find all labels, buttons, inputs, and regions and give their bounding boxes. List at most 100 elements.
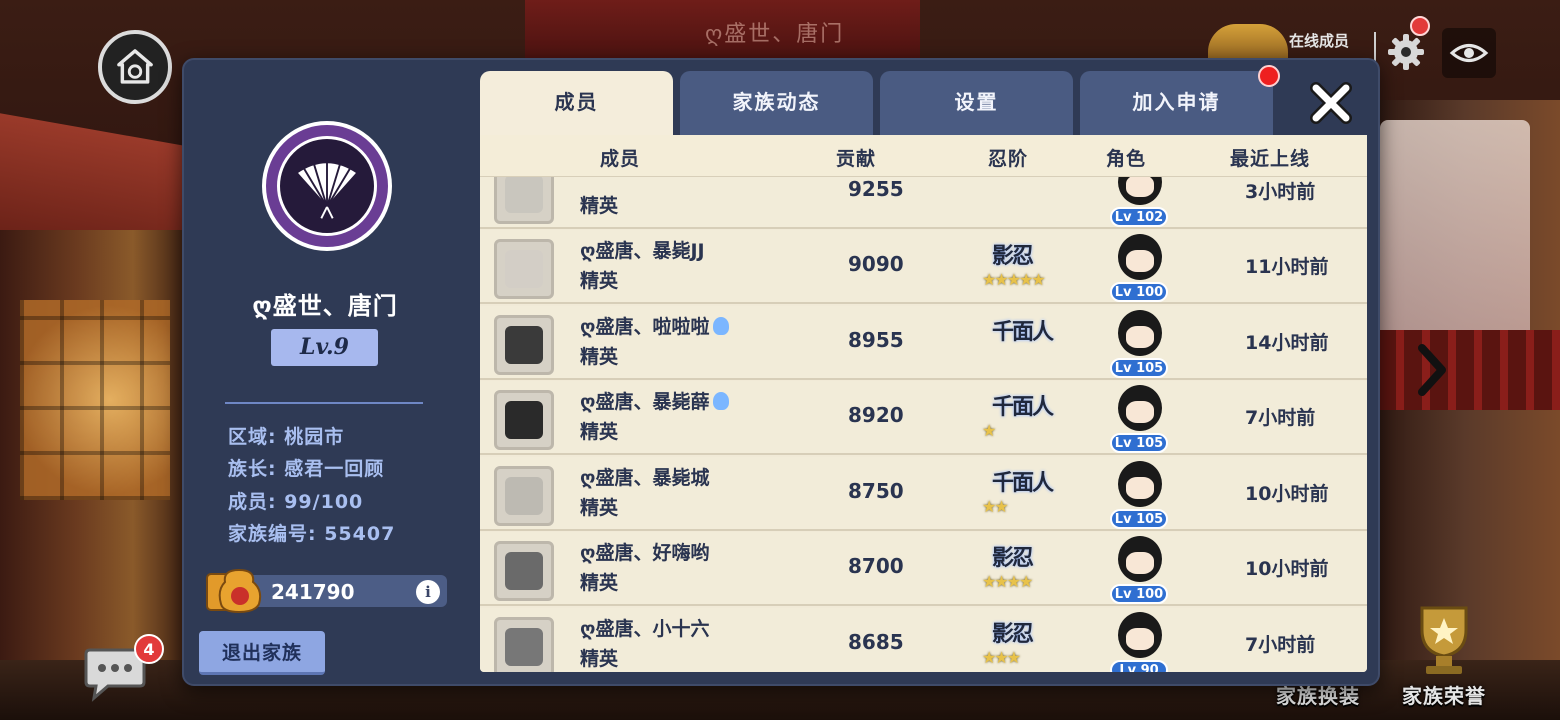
character-portrait[interactable]: Lv 100 xyxy=(1110,534,1170,604)
ninja-rank-text: 影忍 xyxy=(992,545,1034,571)
clan-honor-button[interactable]: 家族荣誉 xyxy=(1402,680,1486,709)
member-name-text: ღ盛唐、暴毙薛 xyxy=(580,391,710,413)
character-level-badge: Lv 105 xyxy=(1110,509,1168,529)
table-row[interactable]: ღ盛唐、暴毙JJ 精英 9090 影忍 ★★★★★ Lv 100 11小时前 xyxy=(480,230,1367,304)
member-name: ღ盛唐、啦啦啦 xyxy=(580,312,730,339)
avatar-image xyxy=(505,552,543,590)
member-rank: 精英 xyxy=(580,270,619,292)
table-header: 成员 贡献 忍阶 角色 最近上线 xyxy=(480,135,1367,177)
member-name-text: ღ盛唐、小十六 xyxy=(580,618,710,640)
character-portrait[interactable]: Lv 100 xyxy=(1110,232,1170,302)
clan-member-count: 成员: 99/100 xyxy=(228,491,364,513)
character-portrait[interactable]: Lv 105 xyxy=(1110,308,1170,378)
money-bag-icon xyxy=(206,568,262,614)
ninja-rank-text: 千面人 xyxy=(992,470,1054,496)
character-portrait[interactable]: Lv 90 xyxy=(1110,610,1170,672)
clan-level-badge: Lv.9 xyxy=(271,329,378,366)
member-last-online: 14小时前 xyxy=(1245,332,1329,354)
member-last-online: 3小时前 xyxy=(1245,181,1316,203)
ninja-rank-text: 影忍 xyxy=(992,243,1034,269)
member-name: ღ盛唐、好嗨哟 xyxy=(580,538,709,565)
member-avatar[interactable] xyxy=(494,617,554,672)
character-face xyxy=(1126,326,1154,348)
clan-leader: 族长: 感君一回顾 xyxy=(228,458,385,480)
member-rank: 精英 xyxy=(580,572,619,594)
ninja-rank-emblem: 影忍 ★★★★★ xyxy=(980,236,1070,296)
member-rank: 精英 xyxy=(580,648,619,670)
ninja-rank-emblem: 影忍 ★★★★ xyxy=(980,538,1070,598)
member-avatar[interactable] xyxy=(494,239,554,299)
ninja-rank-emblem: 千面人 xyxy=(980,312,1070,372)
member-rank: 精英 xyxy=(580,421,619,443)
vip-badge-icon xyxy=(713,316,730,335)
members-table[interactable]: 精英 9255 Lv 102 3小时前 ღ盛唐、暴毙JJ 精英 9090 影忍 ★★★★★ Lv … xyxy=(480,135,1367,672)
scene-clan-title: ღ盛世、唐门 xyxy=(705,22,845,47)
chat-unread-badge: 4 xyxy=(134,634,164,664)
ninja-rank-text: 千面人 xyxy=(992,319,1054,345)
gear-icon[interactable] xyxy=(1384,30,1428,74)
character-face xyxy=(1126,175,1154,197)
member-contribution: 8955 xyxy=(848,328,904,352)
member-contribution: 8700 xyxy=(848,554,904,578)
ninja-rank-stars: ★★★★ xyxy=(982,572,1033,591)
character-face xyxy=(1126,628,1154,650)
member-avatar[interactable] xyxy=(494,541,554,601)
tab-join-requests[interactable]: 加入申请 xyxy=(1080,71,1273,135)
table-row[interactable]: ღ盛唐、暴毙城 精英 8750 千面人 ★★ Lv 105 10小时前 xyxy=(480,457,1367,531)
character-face xyxy=(1126,552,1154,574)
avatar-image xyxy=(505,477,543,515)
clan-name: ღ盛世、唐门 xyxy=(252,292,398,320)
character-portrait[interactable]: Lv 105 xyxy=(1110,383,1170,453)
ninja-rank-emblem: 千面人 ★ xyxy=(980,387,1070,447)
member-last-online: 10小时前 xyxy=(1245,483,1329,505)
member-avatar[interactable] xyxy=(494,466,554,526)
trophy-icon[interactable] xyxy=(1402,600,1486,680)
ninja-rank-stars: ★★★ xyxy=(982,648,1021,667)
info-divider xyxy=(225,402,423,404)
avatar-image xyxy=(505,326,543,364)
ninja-rank-emblem: 影忍 ★★★ xyxy=(980,614,1070,672)
ninja-rank-text: 千面人 xyxy=(992,394,1054,420)
clan-region: 区域: 桃园市 xyxy=(228,426,345,448)
member-name: ღ盛唐、小十六 xyxy=(580,614,709,641)
tab-settings[interactable]: 设置 xyxy=(880,71,1073,135)
character-level-badge: Lv 102 xyxy=(1110,207,1168,227)
member-name: ღ盛唐、暴毙城 xyxy=(580,463,709,490)
character-face xyxy=(1126,250,1154,272)
member-name: ღ盛唐、暴毙薛 xyxy=(580,387,730,414)
character-level-badge: Lv 100 xyxy=(1110,584,1168,604)
avatar-image xyxy=(505,175,543,213)
eye-icon xyxy=(1449,44,1489,62)
ninja-rank-text: 影忍 xyxy=(992,621,1034,647)
tab-members[interactable]: 成员 xyxy=(480,71,673,135)
clan-id: 家族编号: 55407 xyxy=(228,523,396,545)
home-icon xyxy=(117,49,153,84)
member-contribution: 8685 xyxy=(848,630,904,654)
member-contribution: 9090 xyxy=(848,252,904,276)
header-member: 成员 xyxy=(600,148,641,170)
red-bridge xyxy=(1370,330,1560,410)
leave-clan-button[interactable]: 退出家族 xyxy=(199,631,325,675)
ninja-rank-stars: ★★ xyxy=(982,497,1009,516)
avatar-image xyxy=(505,401,543,439)
close-icon[interactable] xyxy=(1306,80,1356,126)
member-rank: 精英 xyxy=(580,195,619,217)
next-arrow-icon[interactable] xyxy=(1412,340,1452,400)
character-portrait[interactable]: Lv 105 xyxy=(1110,459,1170,529)
member-avatar[interactable] xyxy=(494,315,554,375)
info-icon[interactable]: i xyxy=(416,580,440,604)
avatar-image xyxy=(505,628,543,666)
member-avatar[interactable] xyxy=(494,390,554,450)
tab-clan-news[interactable]: 家族动态 xyxy=(680,71,873,135)
clan-emblem xyxy=(262,121,392,251)
table-row[interactable]: ღ盛唐、啦啦啦 精英 8955 千面人 Lv 105 14小时前 xyxy=(480,306,1367,380)
table-row[interactable]: ღ盛唐、暴毙薛 精英 8920 千面人 ★ Lv 105 7小时前 xyxy=(480,381,1367,455)
avatar-image xyxy=(505,250,543,288)
member-name-text: ღ盛唐、啦啦啦 xyxy=(580,316,710,338)
table-row[interactable]: ღ盛唐、小十六 精英 8685 影忍 ★★★ Lv 90 7小时前 xyxy=(480,608,1367,672)
home-button[interactable] xyxy=(98,30,172,104)
header-contribution: 贡献 xyxy=(836,148,877,170)
view-toggle-button[interactable] xyxy=(1442,28,1496,78)
member-name-text: ღ盛唐、暴毙城 xyxy=(580,467,710,489)
table-row[interactable]: ღ盛唐、好嗨哟 精英 8700 影忍 ★★★★ Lv 100 10小时前 xyxy=(480,532,1367,606)
